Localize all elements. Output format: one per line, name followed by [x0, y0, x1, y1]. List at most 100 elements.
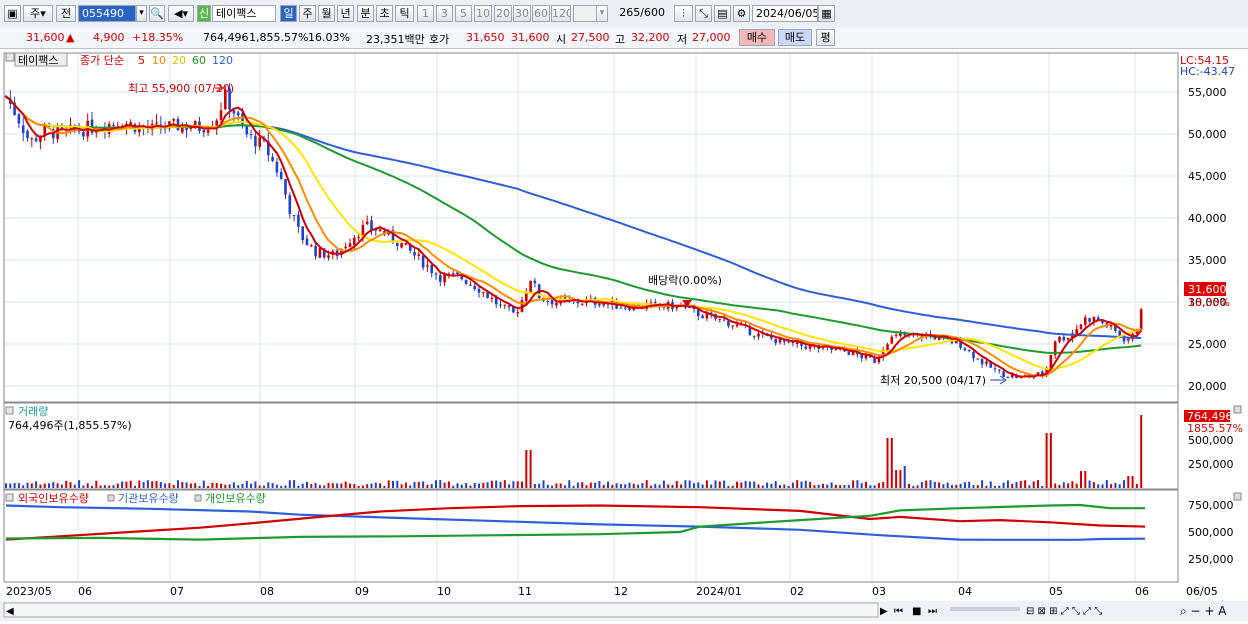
volume-bar-194 — [839, 485, 842, 488]
volume-bar-134 — [581, 482, 584, 488]
volume-bar-114 — [495, 480, 498, 488]
legend-prefix: 종가 단순 — [80, 54, 124, 67]
volume-bar-261 — [1127, 476, 1130, 488]
volume-bar-233 — [1006, 480, 1009, 488]
candle-body-143 — [619, 307, 623, 309]
candle-body-80 — [348, 243, 352, 247]
buy-button[interactable]: 매수 — [739, 29, 775, 46]
volume-bar-262 — [1131, 476, 1134, 488]
period-tick[interactable]: 틱 — [395, 5, 414, 22]
interval-dropdown-icon[interactable]: ▾ — [596, 5, 608, 22]
candle-body-102 — [443, 274, 446, 283]
candle-body-87 — [378, 229, 382, 232]
volume-bar-2 — [13, 483, 16, 488]
sell-button[interactable]: 매도 — [778, 29, 812, 46]
holding-tick-750000: 750,000 — [1188, 499, 1234, 512]
first-icon[interactable]: ⏮ — [894, 606, 903, 617]
volume-bar-38 — [168, 483, 171, 488]
volume-collapse-icon[interactable] — [5, 406, 14, 415]
volume-bar-182 — [787, 485, 790, 488]
scroll-left-icon[interactable]: ◀ — [6, 606, 14, 617]
candle-body-85 — [370, 220, 373, 230]
candle-body-225 — [972, 351, 975, 359]
holding-collapse-icon[interactable] — [5, 493, 14, 502]
tools-icon[interactable]: ⤡ — [695, 5, 712, 22]
volume-bar-106 — [460, 484, 463, 488]
x-label-03: 03 — [872, 585, 886, 598]
candle-body-113 — [490, 298, 494, 300]
interval-1[interactable]: 1 — [417, 5, 434, 22]
window-icon[interactable]: ▣ — [4, 5, 21, 22]
volume-bar-162 — [701, 484, 704, 488]
volume-bar-198 — [856, 480, 859, 488]
volume-bar-119 — [516, 481, 519, 488]
volume-bar-71 — [310, 484, 313, 488]
volume-bar-101 — [439, 480, 442, 488]
legend-ma20: 20 — [172, 54, 186, 67]
scroll-right-icon[interactable]: ▶ — [880, 606, 888, 617]
volume-bar-51 — [224, 484, 227, 488]
low-annotation: 최저 20,500 (04/17) — [880, 374, 986, 387]
period-minute[interactable]: 분 — [357, 5, 374, 22]
candle-type-icon[interactable]: ⫶ — [674, 5, 693, 22]
volume-bar-52 — [228, 484, 231, 488]
date-input[interactable]: 2024/06/05 — [752, 5, 818, 22]
period-year[interactable]: 년 — [337, 5, 354, 22]
prev-button[interactable]: 전 — [56, 5, 76, 22]
volume-bar-82 — [357, 485, 360, 488]
period-day[interactable]: 일 — [280, 5, 297, 22]
volume-bar-111 — [482, 482, 485, 488]
volume-bar-53 — [232, 482, 235, 488]
holding-foreign-label: 외국인보유수량 — [18, 492, 89, 505]
volume-bar-97 — [422, 481, 425, 488]
interval-60[interactable]: 60 — [532, 5, 550, 22]
new-badge[interactable]: 신 — [197, 5, 211, 22]
volume-bar-175 — [757, 484, 760, 488]
candle-body-6 — [30, 138, 34, 140]
holding-close-icon[interactable] — [1233, 492, 1242, 501]
period-week[interactable]: 주 — [299, 5, 316, 22]
type-select[interactable]: 주▾ — [23, 5, 53, 22]
volume-bar-21 — [95, 480, 98, 488]
average-button[interactable]: 평 — [816, 29, 835, 46]
interval-120[interactable]: 120 — [551, 5, 571, 22]
volume-bar-141 — [611, 484, 614, 488]
volume-bar-254 — [1097, 484, 1100, 488]
zoom-slider[interactable] — [950, 607, 1020, 611]
panel-collapse-icon[interactable] — [5, 52, 15, 62]
interval-30[interactable]: 30 — [513, 5, 531, 22]
period-second[interactable]: 초 — [376, 5, 393, 22]
search-icon[interactable]: 🔍 — [149, 5, 165, 22]
period-month[interactable]: 월 — [318, 5, 335, 22]
calendar-icon[interactable]: ▦ — [818, 5, 835, 22]
interval-5[interactable]: 5 — [455, 5, 472, 22]
code-input[interactable]: 055490 — [78, 5, 136, 22]
interval-20[interactable]: 20 — [494, 5, 512, 22]
tool-icons[interactable]: ⊟ ⊠ ⊞ ⤢ ⤡ ⤢ ⤡ — [1026, 606, 1102, 617]
save-icon[interactable]: ▤ — [714, 5, 731, 22]
gear-icon[interactable]: ⚙ — [733, 5, 750, 22]
scroll-track[interactable] — [3, 602, 879, 618]
volume-bar-105 — [456, 483, 459, 488]
candle-body-144 — [623, 307, 627, 309]
zoom-icons[interactable]: ⌕ − + A — [1180, 604, 1227, 618]
stop-icon[interactable]: ■ — [912, 606, 921, 617]
candle-body-202 — [873, 358, 876, 363]
last-icon[interactable]: ⏭ — [928, 606, 937, 617]
volume-bar-192 — [830, 482, 833, 488]
speaker-icon[interactable]: ◀▾ — [168, 5, 194, 22]
volume-bar-57 — [250, 483, 253, 488]
volume-close-icon[interactable] — [1233, 405, 1242, 414]
candle-body-56 — [245, 125, 249, 135]
volume-bar-180 — [779, 485, 781, 488]
volume-bar-259 — [1118, 484, 1121, 488]
volume-bar-127 — [551, 485, 554, 488]
volume-bar-83 — [361, 485, 364, 488]
candle-body-224 — [967, 349, 971, 351]
candle-body-59 — [258, 137, 261, 147]
volume-bar-15 — [69, 482, 72, 488]
interval-10[interactable]: 10 — [474, 5, 492, 22]
candle-body-111 — [482, 292, 485, 294]
interval-3[interactable]: 3 — [436, 5, 453, 22]
code-dropdown-icon[interactable]: ▾ — [136, 5, 147, 22]
